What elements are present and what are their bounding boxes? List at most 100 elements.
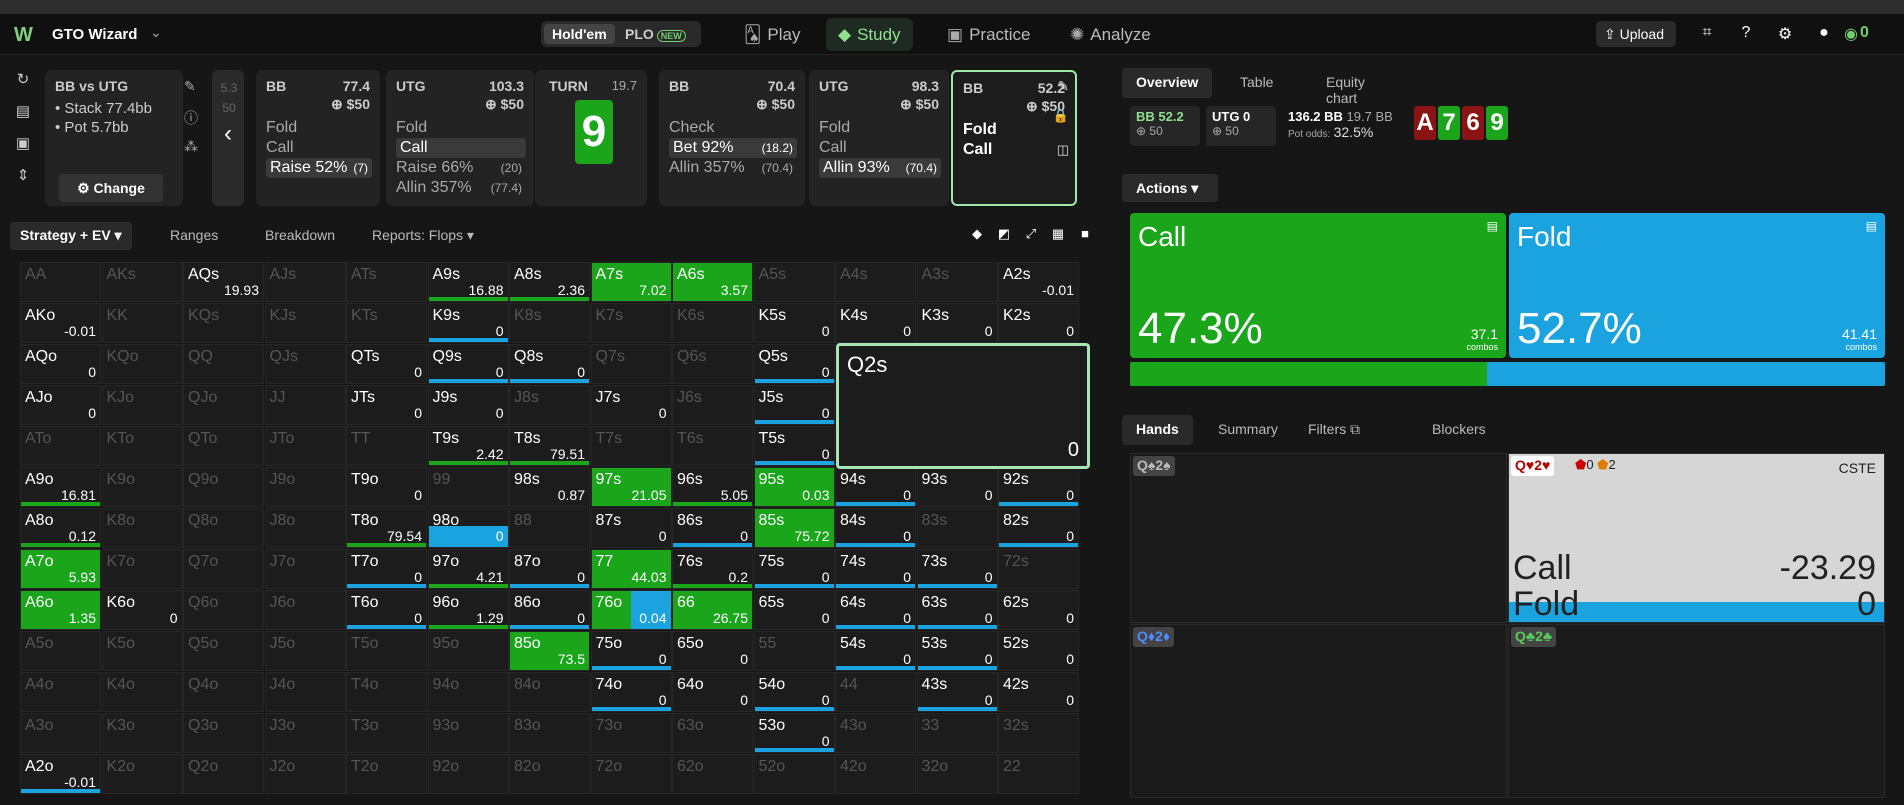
hand-cell[interactable]: K4s 0 — [835, 303, 916, 343]
hand-cell[interactable]: 82s 0 — [998, 508, 1079, 548]
hand-combo[interactable]: Q♦2♦ — [1130, 624, 1507, 798]
hand-cell[interactable]: 52o — [753, 754, 835, 794]
hand-cell[interactable]: Q9o — [183, 467, 264, 507]
tab-filters[interactable]: Filters ⧉ — [1294, 415, 1374, 445]
hand-cell[interactable]: J6s — [672, 385, 753, 425]
spot-action[interactable]: Bet 92% (18.2) — [669, 138, 797, 158]
chevron-down-icon[interactable]: ⌄ — [150, 24, 162, 41]
hand-cell[interactable]: J7s 0 — [590, 385, 672, 425]
hand-cell[interactable]: K8s — [509, 303, 590, 343]
hand-cell[interactable]: 88 — [509, 508, 590, 548]
hand-cell[interactable]: Q5s 0 — [753, 344, 835, 384]
tab-practice[interactable]: ▣ Practice — [935, 18, 1042, 51]
hand-cell[interactable]: J6o — [264, 590, 346, 630]
screenshot-icon[interactable]: ⌗ — [1696, 24, 1718, 46]
hand-cell[interactable]: Q4o — [183, 672, 264, 712]
hand-cell[interactable]: Q3o — [183, 713, 264, 753]
hand-combo[interactable]: Q♠2♠ — [1130, 453, 1507, 623]
hand-cell[interactable]: A2s -0.01 — [998, 262, 1079, 302]
hand-cell[interactable]: 42s 0 — [998, 672, 1079, 712]
hand-cell[interactable]: 96s 5.05 — [672, 467, 753, 507]
hand-cell[interactable]: 54s 0 — [835, 631, 916, 671]
hand-cell[interactable]: 53s 0 — [916, 631, 998, 671]
hand-cell[interactable]: A7o 5.93 — [20, 549, 101, 589]
hand-cell[interactable]: K5o — [101, 631, 183, 671]
hand-cell[interactable]: J9s 0 — [427, 385, 509, 425]
hand-cell[interactable]: 99 — [427, 467, 509, 507]
hand-cell[interactable]: 64s 0 — [835, 590, 916, 630]
hand-cell[interactable]: T4o — [346, 672, 427, 712]
hand-cell[interactable]: 84s 0 — [835, 508, 916, 548]
hand-cell[interactable]: Q8o — [183, 508, 264, 548]
fold-action-card[interactable]: ▤ Fold 52.7% 41.41 combos — [1509, 213, 1885, 358]
hand-cell[interactable]: 76s 0.2 — [672, 549, 753, 589]
hand-cell[interactable]: K9o — [101, 467, 183, 507]
hand-cell[interactable]: 63s 0 — [916, 590, 998, 630]
hand-cell[interactable]: 93s 0 — [916, 467, 998, 507]
info-icon[interactable]: ⓘ — [184, 108, 204, 138]
help-icon[interactable]: ? — [1735, 24, 1757, 46]
holdem-tab[interactable]: Hold'em — [544, 24, 615, 44]
hand-cell[interactable]: Q9s 0 — [427, 344, 509, 384]
hand-cell[interactable]: 77 44.03 — [590, 549, 672, 589]
hand-cell[interactable]: 66 26.75 — [672, 590, 753, 630]
hand-cell[interactable]: A8o 0.12 — [20, 508, 101, 548]
logo[interactable]: W — [14, 24, 33, 47]
hand-cell[interactable]: A5o — [20, 631, 101, 671]
spot-action[interactable]: Fold — [396, 118, 526, 138]
hand-cell[interactable]: T9o 0 — [346, 467, 427, 507]
hand-cell[interactable]: 72o — [590, 754, 672, 794]
hand-cell[interactable]: AJs — [264, 262, 346, 302]
spot-action[interactable]: Raise 66% (20) — [396, 158, 526, 178]
tab-hands[interactable]: Hands — [1122, 415, 1193, 445]
spot-action[interactable]: Allin 357% (77.4) — [396, 178, 526, 198]
spot-action[interactable]: Fold — [819, 118, 941, 138]
hand-cell[interactable]: T6o 0 — [346, 590, 427, 630]
spot-action[interactable]: Call — [266, 138, 372, 158]
hand-cell[interactable]: 72s — [998, 549, 1079, 589]
hand-cell[interactable]: 87s 0 — [590, 508, 672, 548]
plo-tab[interactable]: PLO NEW — [617, 24, 694, 44]
hand-cell[interactable]: ATo — [20, 426, 101, 466]
save-icon[interactable]: ▤ — [8, 102, 38, 134]
note-icon[interactable]: ▤ — [1866, 219, 1877, 233]
hand-cell[interactable]: A2o -0.01 — [20, 754, 101, 794]
hand-cell[interactable]: T3o — [346, 713, 427, 753]
tab-summary[interactable]: Summary — [1204, 415, 1292, 445]
hand-cell[interactable]: A6s 3.57 — [672, 262, 753, 302]
hand-cell[interactable]: 93o — [427, 713, 509, 753]
hand-cell[interactable]: J3o — [264, 713, 346, 753]
tab-breakdown[interactable]: Breakdown — [255, 222, 345, 250]
hand-cell[interactable]: 22 — [998, 754, 1079, 794]
hand-cell[interactable]: A3s — [916, 262, 998, 302]
hand-cell[interactable]: A6o 1.35 — [20, 590, 101, 630]
hand-cell[interactable]: Q6o — [183, 590, 264, 630]
hand-cell[interactable]: 65o 0 — [672, 631, 753, 671]
spot-node[interactable]: UTG 98.3 ⊕ $50 Fold Call Allin 93% (70.4) — [809, 70, 949, 206]
spot-action[interactable]: Raise 52% (7) — [266, 158, 372, 178]
hand-cell[interactable]: K6o 0 — [101, 590, 183, 630]
upload-button[interactable]: ⇪ Upload — [1596, 21, 1676, 47]
hand-cell[interactable]: 98o 0 — [427, 508, 509, 548]
hand-cell[interactable]: 63o — [672, 713, 753, 753]
contrast-icon[interactable]: ◩ — [992, 222, 1016, 246]
hand-cell[interactable]: A9o 16.81 — [20, 467, 101, 507]
hand-cell[interactable]: KTs — [346, 303, 427, 343]
hand-cell[interactable]: 74o 0 — [590, 672, 672, 712]
spot-action[interactable]: Fold — [963, 120, 1067, 140]
hand-cell[interactable]: J4o — [264, 672, 346, 712]
hand-cell[interactable]: 84o — [509, 672, 590, 712]
change-button[interactable]: ⚙ Change — [59, 174, 163, 202]
hand-cell[interactable]: 83s — [916, 508, 998, 548]
hand-cell[interactable]: 74s 0 — [835, 549, 916, 589]
hand-cell[interactable]: QJo — [183, 385, 264, 425]
hand-cell[interactable]: J9o — [264, 467, 346, 507]
hand-cell[interactable]: 97o 4.21 — [427, 549, 509, 589]
hand-cell[interactable]: A3o — [20, 713, 101, 753]
hand-cell[interactable]: 98s 0.87 — [509, 467, 590, 507]
hand-cell[interactable]: 75o 0 — [590, 631, 672, 671]
hand-cell[interactable]: KJs — [264, 303, 346, 343]
hand-cell[interactable]: KQs — [183, 303, 264, 343]
tab-analyze[interactable]: ✺ Analyze — [1058, 18, 1163, 51]
hand-cell[interactable]: K2o — [101, 754, 183, 794]
